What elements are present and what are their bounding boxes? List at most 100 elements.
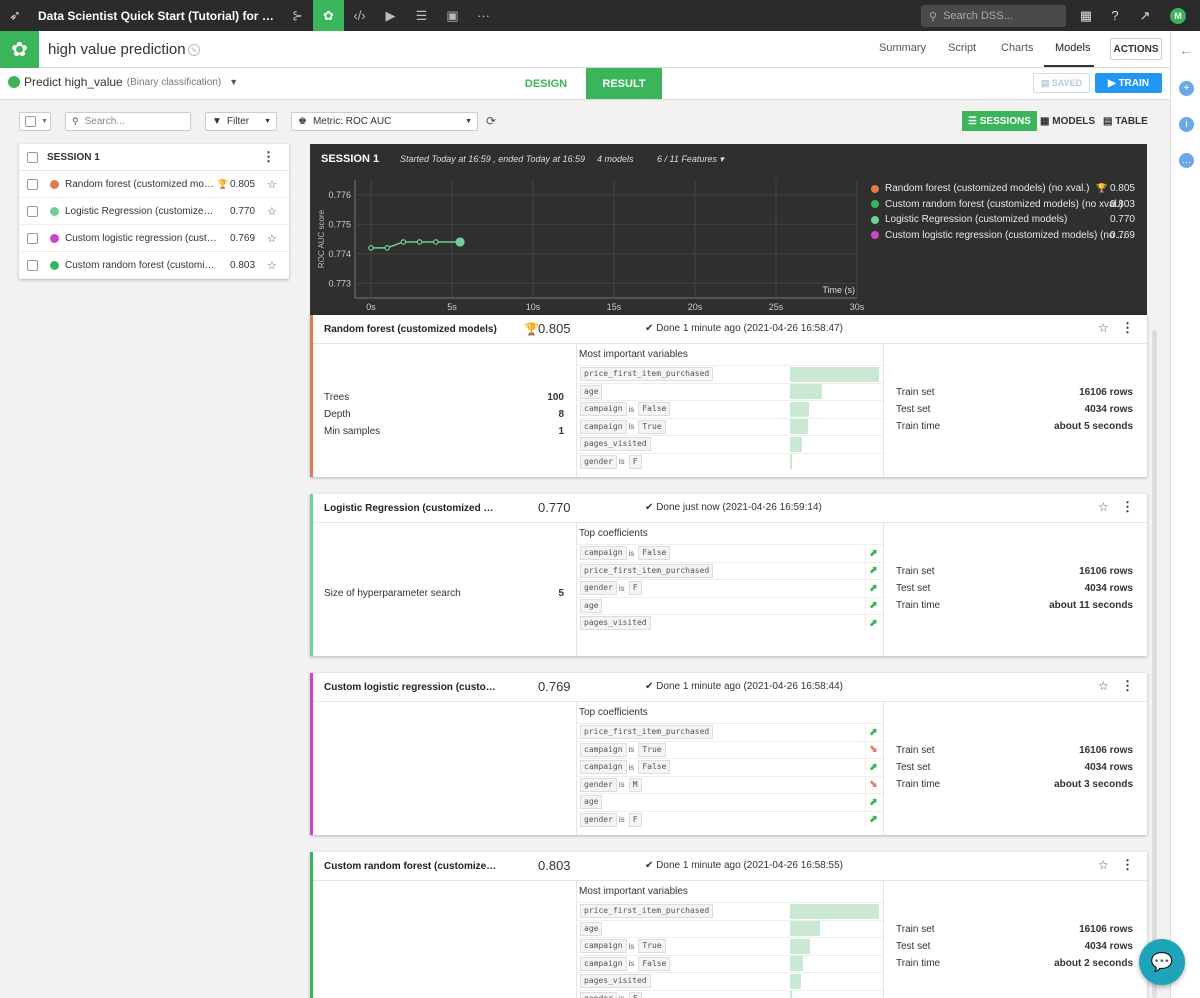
- session-checkbox[interactable]: [27, 151, 38, 163]
- session-model-row[interactable]: Random forest (customized models) (no xv…: [19, 171, 289, 198]
- session-model-row[interactable]: Custom logistic regression (customized m…: [19, 225, 289, 252]
- model-checkbox[interactable]: [27, 205, 38, 217]
- variable-chip: campaign: [580, 760, 627, 774]
- actions-button[interactable]: ACTIONS: [1110, 38, 1162, 60]
- variable-chip: False: [638, 546, 671, 560]
- model-title[interactable]: Random forest (customized models): [324, 324, 502, 335]
- legend-item[interactable]: Random forest (customized models) (no xv…: [871, 183, 1147, 194]
- star-icon[interactable]: ☆: [1098, 500, 1109, 514]
- refresh-icon[interactable]: ⟳: [486, 114, 496, 128]
- arrow-up-right-icon: ⬈: [865, 794, 881, 810]
- variable-row: campaign is False: [578, 954, 883, 972]
- features-label: 6 / 11 Features: [657, 154, 717, 164]
- train-info-row: Train set 16106 rows: [896, 566, 1133, 577]
- trophy-icon: 🏆: [524, 322, 539, 336]
- model-title[interactable]: Logistic Regression (customized models): [324, 503, 502, 514]
- lab-icon[interactable]: ✿: [313, 0, 344, 31]
- help-icon[interactable]: ?: [1101, 0, 1129, 31]
- models-view-button[interactable]: ▦ MODELS: [1034, 111, 1101, 131]
- select-all-checkbox[interactable]: [25, 116, 36, 127]
- is-keyword: is: [618, 815, 625, 824]
- variable-row: gender is F ⬈: [578, 810, 883, 828]
- tab-design[interactable]: DESIGN: [510, 68, 582, 99]
- variable-chip: False: [638, 402, 671, 416]
- kebab-menu-icon[interactable]: ⋮: [1121, 857, 1134, 873]
- select-all-dropdown[interactable]: ▼: [19, 112, 51, 131]
- run-icon[interactable]: ▶: [375, 0, 406, 31]
- star-icon[interactable]: ☆: [1098, 321, 1109, 335]
- model-score: 0.769: [538, 679, 571, 694]
- info-icon[interactable]: i: [1179, 117, 1194, 132]
- global-search-input[interactable]: [943, 10, 1054, 22]
- chat-icon[interactable]: 💬: [1139, 939, 1185, 985]
- model-checkbox[interactable]: [27, 232, 38, 244]
- plus-icon[interactable]: +: [1179, 81, 1194, 96]
- kebab-menu-icon[interactable]: ⋮: [1121, 320, 1134, 336]
- scrollbar[interactable]: [1152, 330, 1157, 998]
- filter-dropdown[interactable]: ▼ Filter ▼: [205, 112, 277, 131]
- star-icon[interactable]: ☆: [267, 178, 277, 191]
- session-list-header: SESSION 1 ⋮: [19, 144, 289, 171]
- model-title[interactable]: Custom random forest (customized models): [324, 861, 502, 872]
- x-tick-label: 25s: [769, 302, 784, 312]
- activity-icon[interactable]: ↗: [1131, 0, 1159, 31]
- table-view-button[interactable]: ▤ TABLE: [1097, 111, 1154, 131]
- train-button[interactable]: ▶ TRAIN: [1095, 73, 1162, 93]
- tab-charts[interactable]: Charts: [1001, 42, 1033, 54]
- global-search-box[interactable]: ⚲: [921, 5, 1066, 27]
- variable-row: price_first_item_purchased ⬈: [578, 561, 883, 579]
- prediction-icon: [8, 76, 20, 88]
- variable-row: campaign is False: [578, 400, 883, 417]
- edit-title-icon[interactable]: ✎: [188, 44, 200, 56]
- star-icon[interactable]: ☆: [267, 259, 277, 272]
- legend-item[interactable]: Custom logistic regression (customized m…: [871, 230, 1147, 241]
- model-card[interactable]: Custom random forest (customized models)…: [310, 852, 1147, 998]
- is-keyword: is: [618, 457, 625, 466]
- tab-script[interactable]: Script: [948, 42, 976, 54]
- tab-summary[interactable]: Summary: [879, 42, 926, 54]
- legend-item[interactable]: Custom random forest (customized models)…: [871, 199, 1147, 210]
- dss-logo-icon[interactable]: ➶: [0, 0, 30, 31]
- kebab-menu-icon[interactable]: ⋮: [1121, 499, 1134, 515]
- ml-task-selector[interactable]: Predict high_value (Binary classificatio…: [8, 75, 238, 89]
- notebook-icon[interactable]: ☰: [406, 0, 437, 31]
- star-icon[interactable]: ☆: [1098, 858, 1109, 872]
- star-icon[interactable]: ☆: [267, 232, 277, 245]
- arrow-left-icon[interactable]: ←: [1179, 42, 1193, 58]
- sessions-label: SESSIONS: [979, 115, 1031, 127]
- model-search-input[interactable]: [84, 116, 175, 127]
- model-card[interactable]: Logistic Regression (customized models) 0…: [310, 494, 1147, 656]
- train-info-row: Train time about 11 seconds: [896, 600, 1133, 611]
- project-title[interactable]: Data Scientist Quick Start (Tutorial) fo…: [30, 9, 282, 23]
- discussion-icon[interactable]: …: [1179, 153, 1194, 168]
- model-search-box[interactable]: ⚲: [65, 112, 191, 131]
- dashboard-icon[interactable]: ▣: [437, 0, 468, 31]
- user-avatar[interactable]: M: [1170, 8, 1186, 24]
- model-card[interactable]: Custom logistic regression (customized m…: [310, 673, 1147, 835]
- apps-grid-icon[interactable]: ▦: [1072, 0, 1100, 31]
- variable-row: genderisF: [578, 452, 883, 470]
- kebab-menu-icon[interactable]: ⋮: [1121, 678, 1134, 694]
- variable-chip: price_first_item_purchased: [580, 904, 714, 918]
- star-icon[interactable]: ☆: [1098, 679, 1109, 693]
- sessions-view-button[interactable]: ☰ SESSIONS: [962, 111, 1037, 131]
- session-model-row[interactable]: Custom random forest (customized models)…: [19, 252, 289, 279]
- code-icon[interactable]: ‹/›: [344, 0, 375, 31]
- kebab-menu-icon[interactable]: ⋮: [262, 149, 275, 165]
- model-checkbox[interactable]: [27, 178, 38, 190]
- metric-dropdown[interactable]: ♚ Metric: ROC AUC ▼: [291, 112, 478, 131]
- filter-label: Filter: [226, 116, 250, 127]
- flow-icon[interactable]: ⊱: [282, 0, 313, 31]
- is-keyword: is: [628, 548, 635, 558]
- model-card[interactable]: Random forest (customized models) 🏆 0.805 ✔…: [310, 315, 1147, 477]
- saved-button: ▤ SAVED: [1033, 73, 1090, 93]
- legend-item[interactable]: Logistic Regression (customized models) 0…: [871, 214, 1147, 225]
- more-icon[interactable]: ···: [468, 0, 499, 31]
- session-features[interactable]: 6 / 11 Features ▾: [657, 154, 724, 165]
- tab-models[interactable]: Models: [1055, 42, 1090, 54]
- model-checkbox[interactable]: [27, 259, 38, 271]
- tab-result[interactable]: RESULT: [586, 68, 662, 99]
- model-title[interactable]: Custom logistic regression (customized m…: [324, 682, 502, 693]
- star-icon[interactable]: ☆: [267, 205, 277, 218]
- session-model-row[interactable]: Logistic Regression (customized models) 0…: [19, 198, 289, 225]
